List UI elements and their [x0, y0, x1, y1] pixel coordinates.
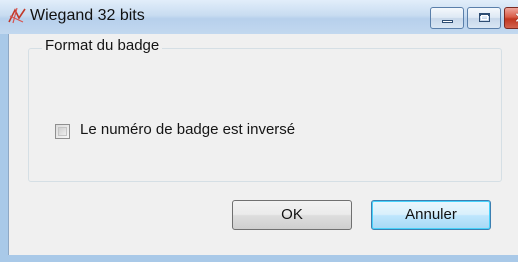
- badge-format-groupbox: [28, 48, 502, 182]
- close-button[interactable]: ✕: [504, 7, 518, 29]
- window-bottom-border: [0, 255, 518, 262]
- dialog-window: Wiegand 32 bits ✕ Format du badge Le num…: [0, 0, 518, 262]
- minimize-button[interactable]: [430, 7, 464, 29]
- minimize-icon: [442, 20, 453, 23]
- reverse-badge-checkbox[interactable]: [55, 124, 70, 139]
- maximize-icon: [479, 13, 490, 22]
- ok-button[interactable]: OK: [232, 200, 352, 230]
- wiegand-app-icon: [8, 7, 26, 24]
- title-bar[interactable]: Wiegand 32 bits ✕: [0, 0, 518, 34]
- groupbox-legend: Format du badge: [42, 37, 163, 54]
- reverse-badge-checkbox-label[interactable]: Le numéro de badge est inversé: [80, 121, 295, 138]
- checkbox-box-inner: [58, 127, 67, 136]
- window-title: Wiegand 32 bits: [30, 7, 145, 24]
- close-icon: ✕: [514, 9, 518, 27]
- maximize-button[interactable]: [467, 7, 501, 29]
- cancel-button[interactable]: Annuler: [371, 200, 491, 230]
